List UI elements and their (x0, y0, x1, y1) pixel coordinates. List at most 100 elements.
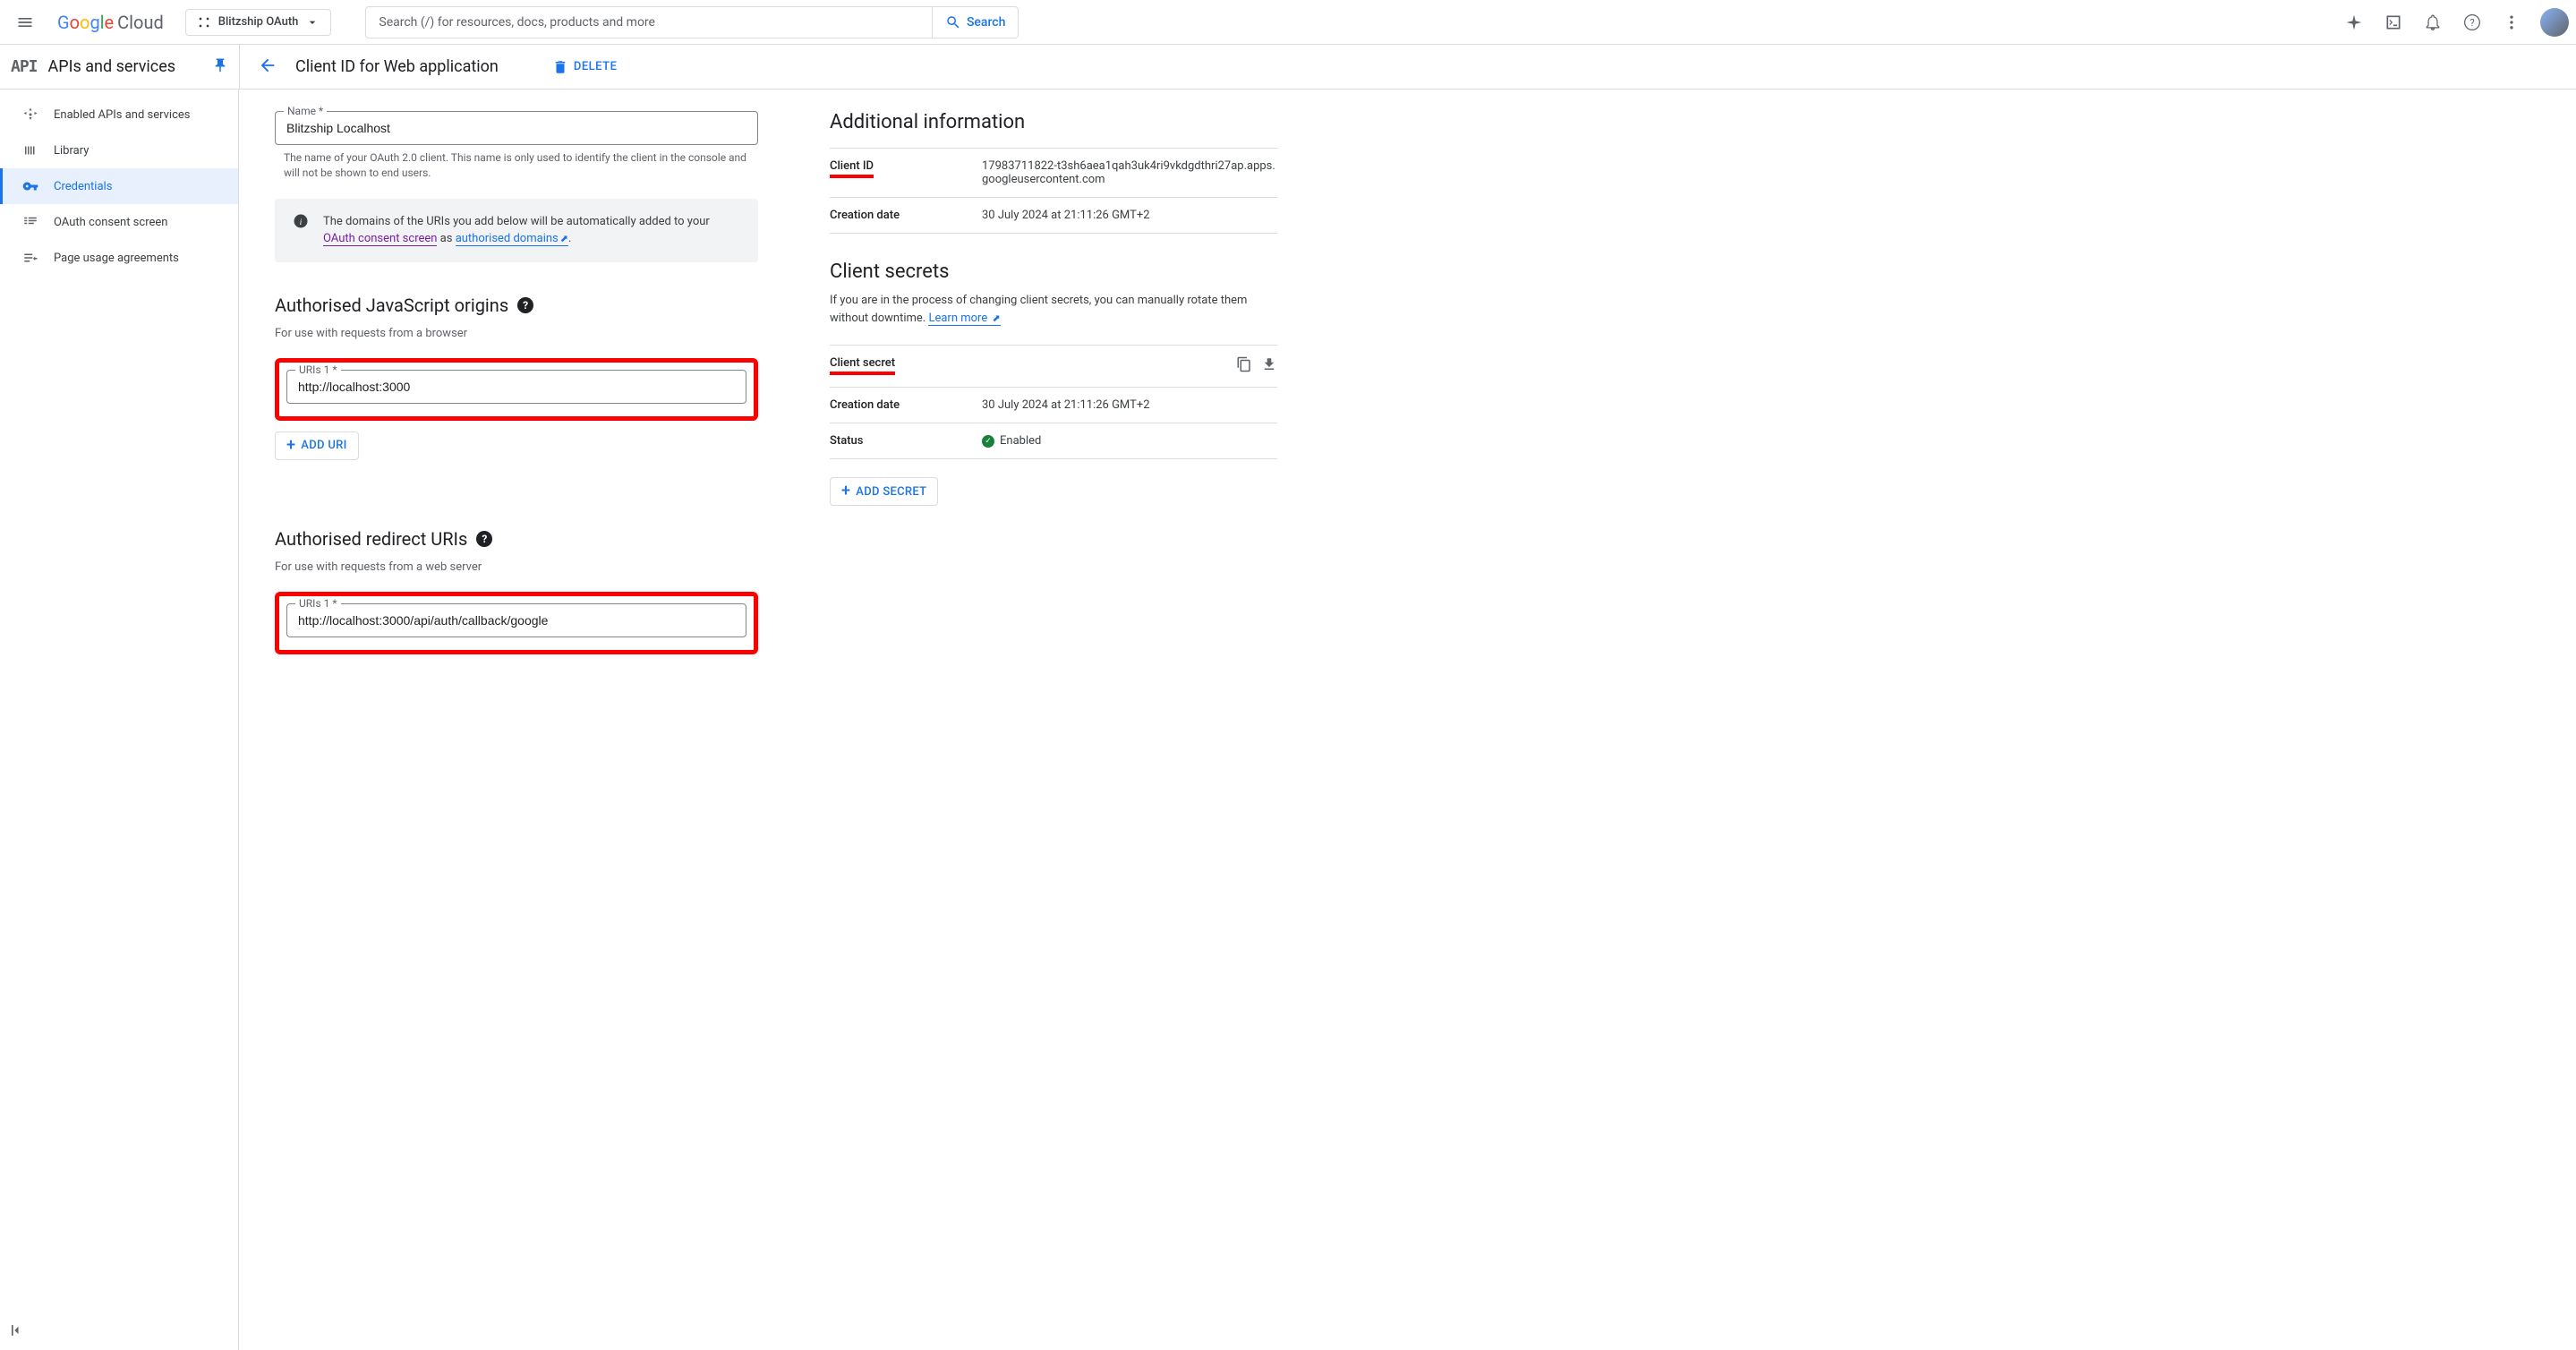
sidebar-item-label: Library (54, 144, 89, 158)
download-icon[interactable] (1261, 356, 1277, 376)
check-circle-icon: ✓ (982, 435, 994, 448)
js-origins-heading: Authorised JavaScript origins ? (275, 295, 758, 316)
sidebar-item-library[interactable]: Library (0, 132, 238, 168)
project-name: Blitzship OAuth (218, 15, 299, 29)
search-container: Search (/) for resources, docs, products… (365, 6, 1019, 38)
pin-icon[interactable] (212, 57, 228, 77)
add-uri-label: ADD URI (301, 439, 346, 452)
library-icon (21, 142, 39, 158)
project-icon (197, 15, 211, 30)
consent-icon (21, 214, 39, 230)
creation-date-label: Creation date (830, 209, 982, 222)
js-uri-label: URIs 1 * (295, 363, 341, 376)
add-secret-label: ADD SECRET (856, 485, 926, 499)
client-id-value: 17983711822-t3sh6aea1qah3uk4ri9vkdgdthri… (982, 159, 1277, 186)
collapse-sidebar-button[interactable] (7, 1321, 25, 1343)
copy-icon[interactable] (1236, 356, 1252, 376)
delete-label: DELETE (574, 60, 618, 73)
help-icon[interactable]: ? (517, 297, 533, 313)
redirect-title: Authorised redirect URIs (275, 528, 467, 550)
sidebar-item-page-usage[interactable]: Page usage agreements (0, 240, 238, 276)
client-secret-row: Client secret (830, 345, 1277, 387)
client-id-row: Client ID 17983711822-t3sh6aea1qah3uk4ri… (830, 148, 1277, 197)
cloud-shell-icon[interactable] (2376, 4, 2411, 40)
search-icon (945, 14, 961, 30)
js-origins-help: For use with requests from a browser (275, 327, 758, 340)
google-cloud-logo[interactable]: Google Cloud (57, 12, 164, 33)
secret-creation-row: Creation date 30 July 2024 at 21:11:26 G… (830, 387, 1277, 423)
infobox-mid: as (437, 232, 455, 245)
authorised-domains-link[interactable]: authorised domains⬈ (456, 232, 568, 246)
secret-creation-label: Creation date (830, 398, 982, 412)
status-text: Enabled (1000, 434, 1041, 448)
gemini-icon[interactable] (2336, 4, 2372, 40)
subheader-left: API APIs and services (0, 57, 239, 77)
client-secrets-heading: Client secrets (830, 261, 1277, 283)
js-uri-field: URIs 1 * (286, 370, 746, 404)
sidebar-item-enabled-apis[interactable]: Enabled APIs and services (0, 97, 238, 132)
name-help: The name of your OAuth 2.0 client. This … (284, 150, 749, 181)
name-field-wrap: Name * (275, 111, 758, 145)
sidebar-item-credentials[interactable]: Credentials (0, 168, 238, 204)
infobox-text: The domains of the URIs you add below wi… (323, 215, 710, 228)
redirect-uri-field: URIs 1 * (286, 603, 746, 637)
top-right-actions: ? (2336, 4, 2569, 40)
redirect-uris-heading: Authorised redirect URIs ? (275, 528, 758, 550)
info-column: Additional information Client ID 1798371… (830, 111, 1277, 1329)
api-badge: API (11, 57, 38, 76)
sidebar-item-label: Credentials (54, 180, 112, 193)
sidebar-item-label: OAuth consent screen (54, 216, 167, 229)
project-selector[interactable]: Blitzship OAuth (185, 9, 332, 36)
redirect-uri-label: URIs 1 * (295, 597, 341, 610)
sidebar: Enabled APIs and services Library Creden… (0, 90, 239, 1350)
add-uri-button-js[interactable]: + ADD URI (275, 431, 359, 460)
enabled-apis-icon (21, 107, 39, 123)
js-uri-input[interactable] (286, 370, 746, 404)
usage-icon (21, 250, 39, 266)
layout: Enabled APIs and services Library Creden… (0, 90, 2576, 1350)
help-icon[interactable]: ? (2454, 4, 2490, 40)
redirect-uri-input[interactable] (286, 603, 746, 637)
secrets-table: Client secret Creation date 30 July 2024… (830, 345, 1277, 459)
chevron-down-icon (305, 15, 320, 30)
client-id-label: Client ID (830, 159, 874, 178)
add-secret-button[interactable]: + ADD SECRET (830, 477, 938, 506)
subheader-main: Client ID for Web application DELETE (239, 45, 635, 89)
redirect-help: For use with requests from a web server (275, 560, 758, 574)
additional-info-heading: Additional information (830, 111, 1277, 133)
hamburger-menu-icon[interactable] (7, 4, 43, 40)
oauth-consent-link[interactable]: OAuth consent screen (323, 232, 437, 246)
notifications-icon[interactable] (2415, 4, 2451, 40)
external-link-icon: ⬈ (992, 312, 1000, 324)
status-value: ✓ Enabled (982, 434, 1277, 448)
key-icon (21, 178, 39, 194)
search-input[interactable]: Search (/) for resources, docs, products… (365, 6, 933, 38)
secrets-help: If you are in the process of changing cl… (830, 292, 1277, 327)
client-secret-value (982, 356, 1277, 376)
svg-text:i: i (300, 217, 303, 226)
sidebar-item-oauth-consent[interactable]: OAuth consent screen (0, 204, 238, 240)
more-icon[interactable] (2494, 4, 2529, 40)
plus-icon: + (286, 438, 295, 454)
subheader: API APIs and services Client ID for Web … (0, 45, 2576, 90)
main-content: Name * The name of your OAuth 2.0 client… (239, 90, 2576, 1350)
delete-button[interactable]: DELETE (552, 59, 618, 75)
name-label: Name * (284, 105, 327, 117)
back-button[interactable] (258, 56, 277, 79)
external-link-icon: ⬈ (560, 233, 568, 244)
client-secret-label: Client secret (830, 356, 895, 375)
search-placeholder: Search (/) for resources, docs, products… (379, 15, 655, 30)
name-input[interactable] (275, 111, 758, 145)
page-title: Client ID for Web application (295, 57, 499, 76)
sidebar-item-label: Enabled APIs and services (54, 108, 191, 122)
search-button[interactable]: Search (933, 6, 1019, 38)
learn-more-link[interactable]: Learn more ⬈ (928, 312, 1000, 326)
help-icon[interactable]: ? (476, 531, 492, 547)
js-origins-title: Authorised JavaScript origins (275, 295, 508, 316)
info-table: Client ID 17983711822-t3sh6aea1qah3uk4ri… (830, 148, 1277, 234)
secrets-help-text: If you are in the process of changing cl… (830, 294, 1247, 325)
search-button-label: Search (967, 15, 1005, 30)
redirect-highlight: URIs 1 * (275, 592, 758, 654)
avatar[interactable] (2540, 8, 2569, 37)
creation-date-row: Creation date 30 July 2024 at 21:11:26 G… (830, 197, 1277, 234)
